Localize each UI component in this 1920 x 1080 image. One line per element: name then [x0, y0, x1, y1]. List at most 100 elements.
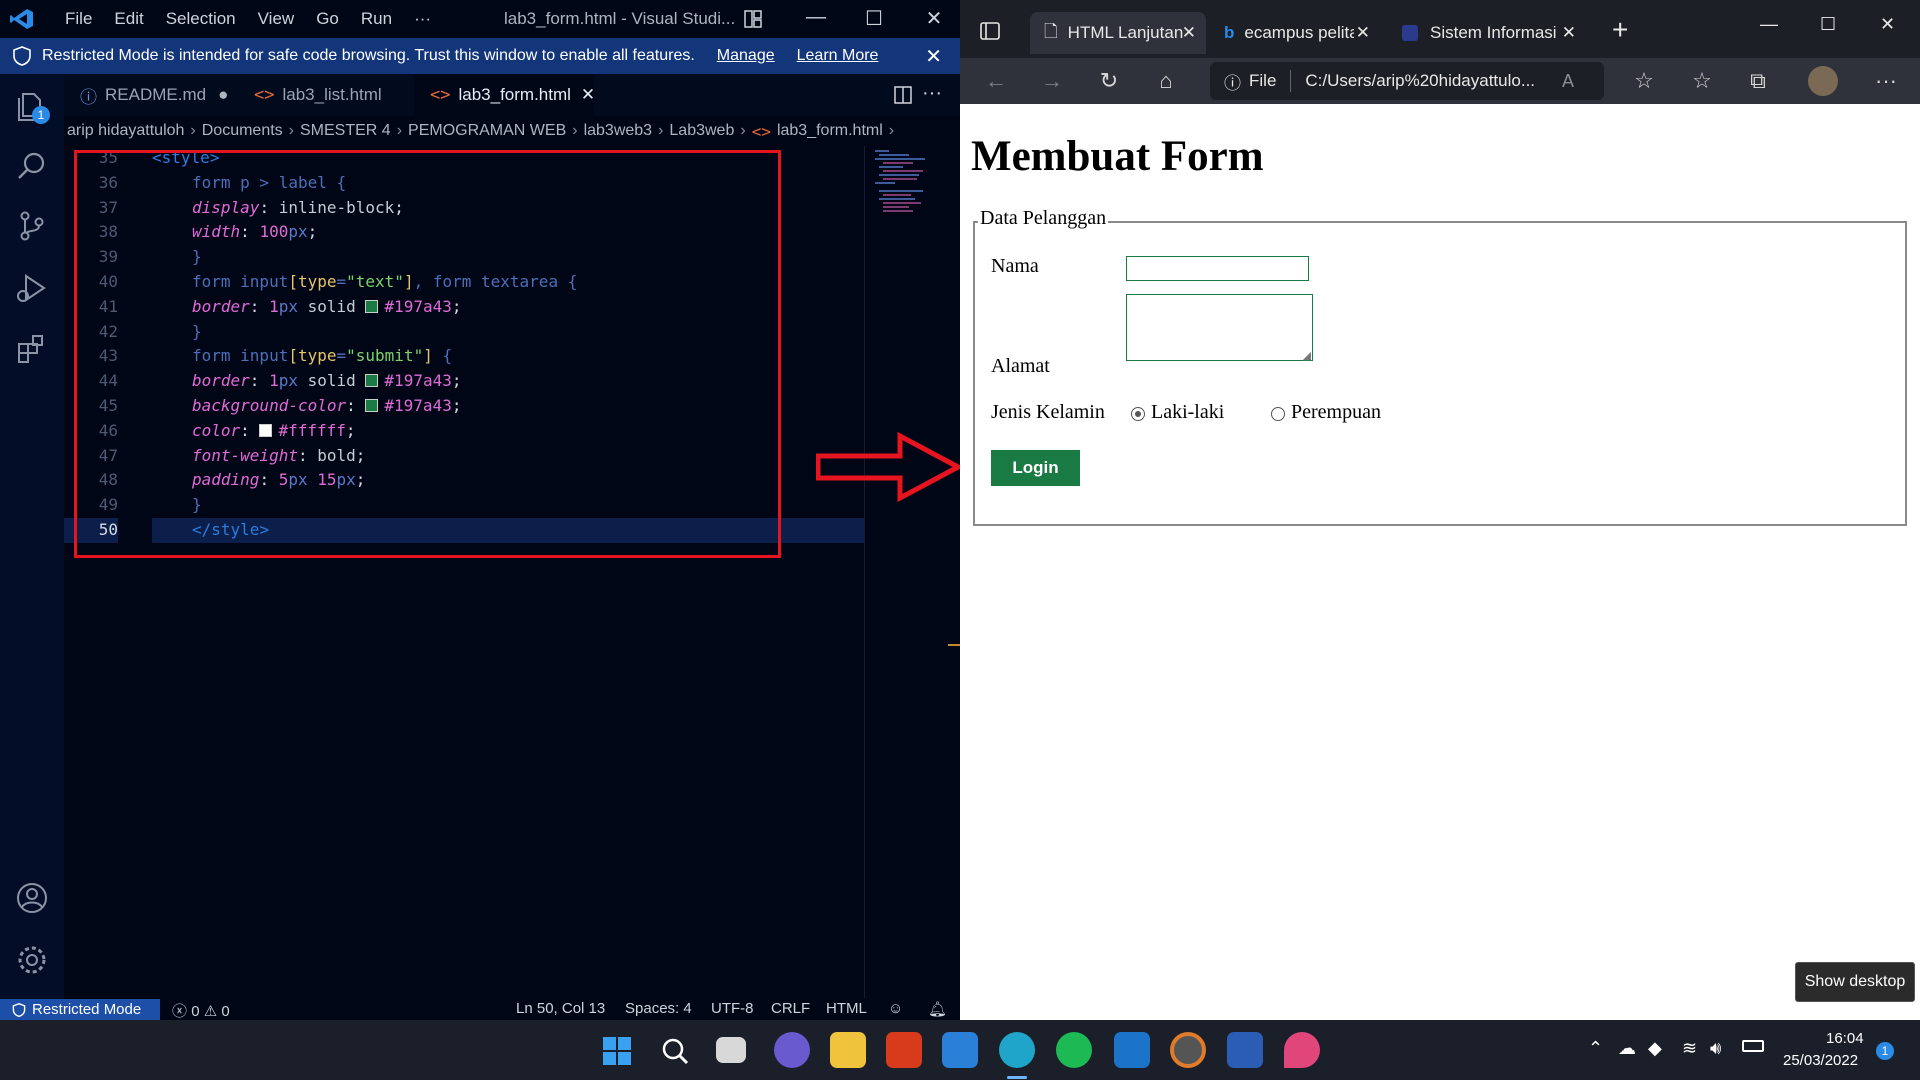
annotation-arrow-icon: [816, 432, 962, 502]
media-player-icon[interactable]: [1170, 1032, 1206, 1068]
tab-label: README.md: [105, 85, 207, 104]
breadcrumb-item[interactable]: arip hidayattuloh: [67, 122, 184, 140]
teams-chat-icon[interactable]: [774, 1032, 810, 1068]
extensions-icon[interactable]: [14, 332, 50, 368]
tab-close-icon[interactable]: ✕: [1182, 23, 1196, 43]
layout-icon[interactable]: [744, 10, 762, 28]
dropbox-icon[interactable]: ◆: [1648, 1038, 1662, 1059]
menu-view[interactable]: View: [247, 9, 306, 29]
login-button[interactable]: Login: [991, 450, 1080, 486]
tab-lab3-form[interactable]: <> lab3_form.html ✕: [414, 74, 595, 116]
close-icon[interactable]: ✕: [914, 6, 954, 31]
clock-date[interactable]: 25/03/2022: [1783, 1052, 1858, 1069]
settings-more-icon[interactable]: ···: [1872, 67, 1900, 95]
menu-selection[interactable]: Selection: [155, 9, 247, 29]
paint-icon[interactable]: [1284, 1032, 1320, 1068]
new-tab-icon[interactable]: +: [1612, 14, 1628, 46]
tab-actions-icon[interactable]: [980, 22, 1000, 40]
minimize-icon[interactable]: —: [796, 6, 836, 29]
menu-edit[interactable]: Edit: [103, 9, 154, 29]
account-icon[interactable]: [14, 880, 50, 916]
vscode-icon[interactable]: [1114, 1032, 1150, 1068]
forward-arrow-icon[interactable]: →: [1038, 67, 1066, 95]
alamat-textarea[interactable]: ◢: [1126, 294, 1313, 362]
radio-perempuan[interactable]: [1271, 407, 1285, 421]
spotify-icon[interactable]: [1056, 1032, 1092, 1068]
tab-close-icon[interactable]: ✕: [1356, 23, 1370, 43]
task-view-icon[interactable]: [716, 1037, 746, 1063]
volume-icon[interactable]: 🔊︎: [1710, 1038, 1721, 1059]
run-debug-icon[interactable]: [14, 270, 50, 306]
menu-file[interactable]: File: [54, 9, 103, 29]
tray-overflow-chevron-icon[interactable]: ⌃: [1588, 1038, 1603, 1059]
banner-close-icon[interactable]: ✕: [925, 44, 942, 69]
word-icon[interactable]: [1227, 1032, 1263, 1068]
status-restricted-mode[interactable]: Restricted Mode: [0, 999, 160, 1020]
breadcrumb-item[interactable]: Lab3web: [669, 122, 734, 140]
browser-tab-html-lanjutan[interactable]: 🗋︎ HTML Lanjutan ✕: [1030, 12, 1206, 54]
nama-input[interactable]: [1126, 256, 1309, 281]
status-encoding[interactable]: UTF-8: [711, 1000, 754, 1017]
file-explorer-icon[interactable]: [830, 1032, 866, 1068]
breadcrumb-item[interactable]: SMESTER 4: [300, 122, 391, 140]
settings-gear-icon[interactable]: [14, 942, 50, 978]
close-icon[interactable]: ✕: [1880, 14, 1895, 35]
onedrive-icon[interactable]: ☁: [1618, 1038, 1636, 1059]
start-windows-icon[interactable]: [602, 1036, 632, 1066]
status-indentation[interactable]: Spaces: 4: [625, 1000, 692, 1017]
wifi-icon[interactable]: ≋: [1682, 1038, 1697, 1059]
bell-icon[interactable]: 🔔︎: [928, 1000, 947, 1018]
tab-lab3-list[interactable]: <> lab3_list.html: [238, 74, 406, 116]
tab-label: lab3_list.html: [282, 85, 382, 104]
menu-go[interactable]: Go: [305, 9, 350, 29]
read-aloud-icon[interactable]: A: [1554, 67, 1582, 95]
status-cursor-position[interactable]: Ln 50, Col 13: [516, 1000, 605, 1017]
split-editor-icon[interactable]: [894, 86, 912, 104]
edge-icon[interactable]: [999, 1032, 1035, 1068]
battery-icon[interactable]: [1742, 1040, 1764, 1052]
breadcrumb-item[interactable]: PEMOGRAMAN WEB: [408, 122, 566, 140]
status-problems[interactable]: ⓧ 0 ⚠ 0: [172, 1000, 230, 1021]
feedback-icon[interactable]: ☺: [888, 1000, 903, 1017]
add-favorite-icon[interactable]: ☆: [1630, 67, 1658, 95]
search-icon[interactable]: [660, 1036, 690, 1066]
office-icon[interactable]: [886, 1032, 922, 1068]
status-language[interactable]: HTML: [826, 1000, 867, 1017]
browser-tab-ecampus[interactable]: b ecampus pelita b ✕: [1210, 12, 1380, 54]
more-actions-icon[interactable]: ···: [922, 82, 942, 105]
banner-learn-more-link[interactable]: Learn More: [797, 47, 879, 65]
clock-time[interactable]: 16:04: [1826, 1030, 1864, 1047]
minimize-icon[interactable]: —: [1760, 14, 1778, 35]
maximize-icon[interactable]: ☐: [854, 6, 894, 31]
profile-avatar[interactable]: [1808, 66, 1838, 96]
menu-more[interactable]: ···: [403, 9, 442, 29]
back-arrow-icon[interactable]: ←: [982, 67, 1010, 95]
html-icon: <>: [254, 85, 275, 105]
browser-tab-sistem-informasi[interactable]: Sistem Informasi ✕: [1388, 12, 1586, 54]
home-icon[interactable]: ⌂: [1152, 67, 1180, 95]
address-bar[interactable]: ⓘ File C:/Users/arip%20hidayattulo...: [1210, 62, 1604, 100]
resize-handle-icon[interactable]: ◢: [1303, 349, 1311, 362]
tab-close-icon[interactable]: ✕: [1562, 23, 1576, 43]
browser-tab-label: Sistem Informasi: [1430, 23, 1557, 42]
tab-readme[interactable]: ⓘ README.md ●: [64, 74, 236, 116]
status-eol[interactable]: CRLF: [771, 1000, 810, 1017]
notification-badge[interactable]: 1: [1876, 1042, 1894, 1060]
minimap[interactable]: [864, 146, 960, 998]
refresh-icon[interactable]: ↻: [1095, 67, 1123, 95]
maximize-icon[interactable]: ☐: [1820, 14, 1836, 35]
breadcrumb-item[interactable]: lab3web3: [584, 122, 653, 140]
search-icon[interactable]: [14, 148, 50, 184]
tab-close-icon[interactable]: ✕: [581, 85, 595, 105]
source-control-icon[interactable]: [14, 208, 50, 244]
collections-icon[interactable]: ⧉: [1744, 67, 1772, 95]
banner-manage-link[interactable]: Manage: [717, 47, 775, 65]
menu-run[interactable]: Run: [350, 9, 403, 29]
breadcrumb-item[interactable]: lab3_form.html: [777, 122, 883, 140]
activity-bar: 1: [0, 74, 64, 999]
error-icon: ⓧ: [172, 1003, 188, 1020]
breadcrumb-item[interactable]: Documents: [202, 122, 283, 140]
mail-icon[interactable]: [942, 1032, 978, 1068]
radio-laki-laki[interactable]: [1131, 407, 1145, 421]
favorites-icon[interactable]: ☆: [1688, 67, 1716, 95]
